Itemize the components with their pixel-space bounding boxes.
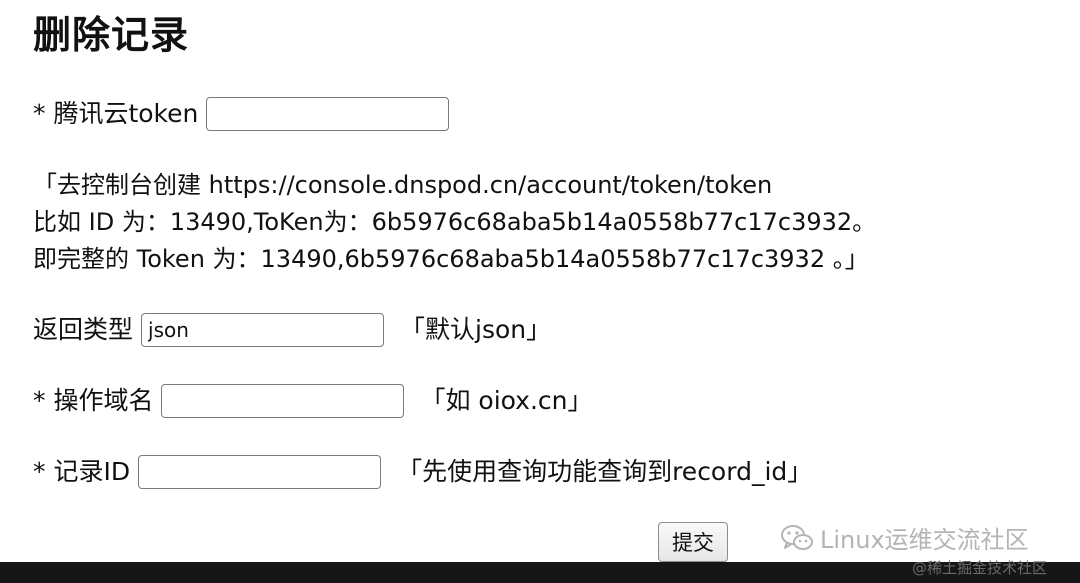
- domain-row: * 操作域名 「如 oiox.cn」: [33, 384, 593, 418]
- token-input[interactable]: [206, 97, 450, 131]
- record-id-hint: 「先使用查询功能查询到record_id」: [397, 457, 813, 486]
- record-id-label: * 记录ID: [33, 457, 131, 486]
- domain-input[interactable]: [161, 384, 405, 418]
- token-row: * 腾讯云token: [33, 97, 450, 131]
- page: 删除记录 * 腾讯云token 「去控制台创建 https://console.…: [0, 0, 1080, 583]
- token-label: * 腾讯云token: [33, 99, 199, 128]
- record-id-row: * 记录ID 「先使用查询功能查询到record_id」: [33, 455, 812, 489]
- page-title: 删除记录: [33, 13, 190, 57]
- note-line-1: 「去控制台创建 https://console.dnspod.cn/accoun…: [33, 171, 773, 199]
- return-type-label: 返回类型: [33, 315, 134, 344]
- submit-button[interactable]: 提交: [658, 522, 728, 562]
- token-instructions: 「去控制台创建 https://console.dnspod.cn/accoun…: [33, 167, 876, 278]
- watermark-subtext: @稀土掘金技术社区: [912, 559, 1048, 577]
- domain-label: * 操作域名: [33, 386, 154, 415]
- record-id-input[interactable]: [138, 455, 382, 489]
- wechat-icon: [781, 524, 813, 550]
- watermark: Linux运维交流社区: [780, 520, 1029, 555]
- domain-hint: 「如 oiox.cn」: [420, 386, 593, 415]
- return-type-input[interactable]: [141, 313, 385, 347]
- note-line-2: 比如 ID 为：13490,ToKen为：6b5976c68aba5b14a05…: [33, 208, 877, 236]
- watermark-text: Linux运维交流社区: [820, 526, 1029, 554]
- return-type-row: 返回类型 「默认json」: [33, 313, 551, 347]
- note-line-3: 即完整的 Token 为：13490,6b5976c68aba5b14a0558…: [33, 245, 869, 273]
- return-type-hint: 「默认json」: [400, 315, 552, 344]
